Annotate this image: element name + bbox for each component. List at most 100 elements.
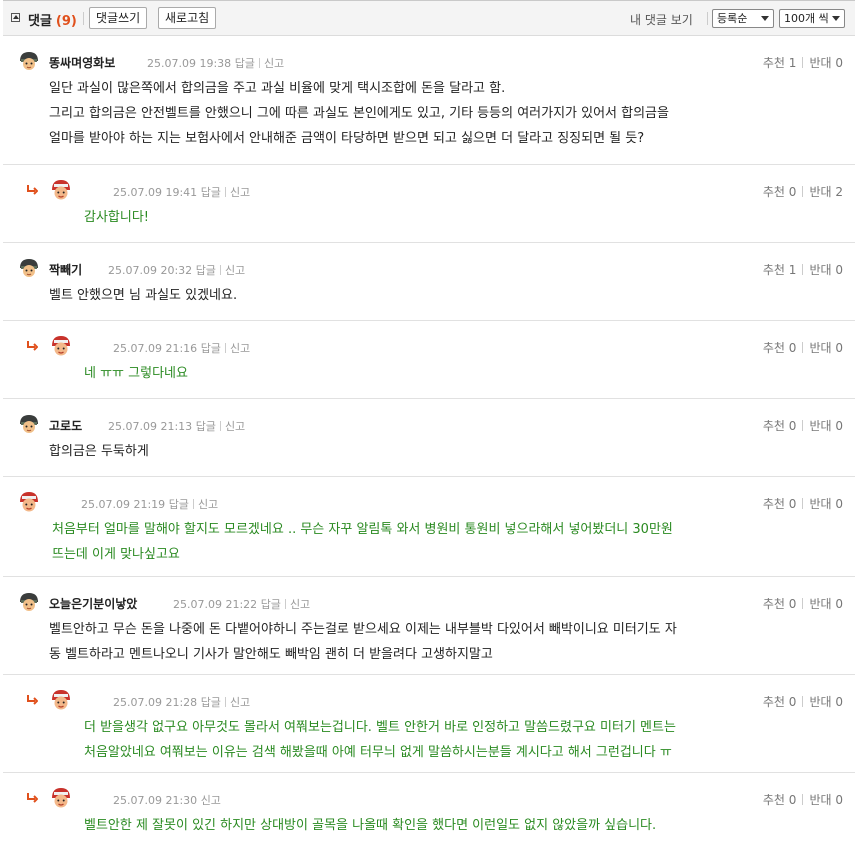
comment-line: 벨트 안했으면 님 과실도 있겠네요. xyxy=(49,288,238,303)
nickname[interactable]: 똥싸며영화보 xyxy=(49,54,115,71)
recommend-button[interactable]: 추천 0 xyxy=(763,341,797,355)
nickname[interactable]: 오늘은기분이낳았 xyxy=(49,595,137,612)
reply-link[interactable]: 답글 xyxy=(196,420,216,433)
nickname[interactable]: 고로도 xyxy=(49,417,82,434)
oppose-button[interactable]: 반대 0 xyxy=(809,341,843,355)
refresh-button[interactable]: 새로고침 xyxy=(158,7,217,29)
avatar[interactable] xyxy=(50,787,72,809)
comment-line: 처음부터 얼마를 말해야 할지도 모르겠네요 .. 무슨 자꾸 알림톡 와서 병… xyxy=(52,522,673,537)
comment-count: (9) xyxy=(55,14,77,29)
comment-line: 네 ㅠㅠ 그렇다네요 xyxy=(84,366,188,381)
recommend-button[interactable]: 추천 1 xyxy=(763,263,797,277)
oppose-button[interactable]: 반대 0 xyxy=(809,497,843,511)
report-link[interactable]: 신고 xyxy=(198,498,218,511)
reply-link[interactable]: 답글 xyxy=(201,696,221,709)
comment-time: 25.07.09 19:41 xyxy=(113,186,198,199)
comment-line: 뜨는데 이게 맞나싶고요 xyxy=(52,547,180,562)
reply-link[interactable]: 답글 xyxy=(169,498,189,511)
report-link[interactable]: 신고 xyxy=(230,342,250,355)
comment-meta: 25.07.09 21:16 답글 신고 xyxy=(113,340,250,356)
reply-comment: 25.07.09 21:19 답글 신고 추천 0 반대 0 처음부터 얼마를 말해야 … xyxy=(3,477,855,577)
recommend-button[interactable]: 추천 0 xyxy=(763,793,797,807)
oppose-button[interactable]: 반대 0 xyxy=(809,597,843,611)
vote-area: 추천 0 반대 0 xyxy=(763,595,843,612)
sort-select[interactable]: 등록순 xyxy=(712,9,774,28)
oppose-button[interactable]: 반대 0 xyxy=(809,56,843,70)
comment-line: 더 받을생각 없구요 아무것도 몰라서 여쭤보는겁니다. 벨트 안한거 바로 인… xyxy=(84,720,676,735)
comment-line: 벨트안하고 무슨 돈을 나중에 돈 다뱉어야하니 주는걸로 받으세요 이제는 내… xyxy=(49,622,677,637)
reply-link[interactable]: 답글 xyxy=(201,342,221,355)
reply-link[interactable]: 답글 xyxy=(196,264,216,277)
avatar[interactable] xyxy=(50,689,72,711)
report-link[interactable]: 신고 xyxy=(225,420,245,433)
comment-body: 일단 과실이 많은쪽에서 합의금을 주고 과실 비율에 맞게 택시조합에 돈을 … xyxy=(49,76,669,151)
comment-meta: 25.07.09 19:41 답글 신고 xyxy=(113,184,250,200)
report-link[interactable]: 신고 xyxy=(230,186,250,199)
comment-line: 벨트안한 제 잘못이 있긴 하지만 상대방이 골목을 나올때 확인을 했다면 이… xyxy=(84,818,657,833)
oppose-button[interactable]: 반대 0 xyxy=(809,263,843,277)
report-link[interactable]: 신고 xyxy=(264,57,284,70)
oppose-count: 0 xyxy=(835,793,843,807)
comment-title: 댓글 (9) xyxy=(28,10,77,29)
comment: 똥싸며영화보 25.07.09 19:38 답글 신고 추천 1 반대 0 일단 과실이 … xyxy=(3,36,855,165)
comment-time: 25.07.09 20:32 xyxy=(108,264,193,277)
avatar[interactable] xyxy=(18,50,40,72)
my-comments-link[interactable]: 내 댓글 보기 xyxy=(630,11,693,28)
reply-arrow-icon xyxy=(27,695,38,705)
collapse-toggle-icon[interactable] xyxy=(11,13,20,22)
report-link[interactable]: 신고 xyxy=(225,264,245,277)
comment-line: 얼마를 받아야 하는 지는 보험사에서 안내해준 금액이 타당하면 받으면 되고… xyxy=(49,131,645,146)
avatar[interactable] xyxy=(18,491,40,513)
recommend-button[interactable]: 추천 0 xyxy=(763,419,797,433)
report-link[interactable]: 신고 xyxy=(230,696,250,709)
vote-area: 추천 0 반대 0 xyxy=(763,495,843,512)
reply-arrow-icon xyxy=(27,185,38,195)
avatar[interactable] xyxy=(50,335,72,357)
comment-body: 처음부터 얼마를 말해야 할지도 모르겠네요 .. 무슨 자꾸 알림톡 와서 병… xyxy=(52,517,673,567)
vote-area: 추천 0 반대 2 xyxy=(763,183,843,200)
vote-area: 추천 0 반대 0 xyxy=(763,339,843,356)
comment-header: 댓글 (9) 댓글쓰기 새로고침 내 댓글 보기 등록순 100개 씩 xyxy=(3,1,855,36)
reply-link[interactable]: 답글 xyxy=(261,598,281,611)
recommend-count: 1 xyxy=(788,56,797,70)
comment-title-label: 댓글 xyxy=(28,14,52,29)
recommend-button[interactable]: 추천 0 xyxy=(763,597,797,611)
recommend-button[interactable]: 추천 0 xyxy=(763,185,797,199)
per-page-select[interactable]: 100개 씩 xyxy=(779,9,845,28)
vote-area: 추천 0 반대 0 xyxy=(763,693,843,710)
avatar[interactable] xyxy=(50,179,72,201)
nickname[interactable]: 짝빼기 xyxy=(49,261,82,278)
comment-time: 25.07.09 21:28 xyxy=(113,696,198,709)
recommend-count: 0 xyxy=(788,597,797,611)
avatar[interactable] xyxy=(18,257,40,279)
reply-comment: 25.07.09 21:30 신고 추천 0 반대 0 벨트안한 제 잘못이 있긴 하… xyxy=(3,773,855,856)
comment-line: 감사합니다! xyxy=(84,210,150,225)
oppose-count: 0 xyxy=(835,341,843,355)
comment-body: 네 ㅠㅠ 그렇다네요 xyxy=(84,361,188,386)
report-link[interactable]: 신고 xyxy=(201,794,221,807)
reply-link[interactable]: 답글 xyxy=(235,57,255,70)
recommend-button[interactable]: 추천 1 xyxy=(763,56,797,70)
comment-meta: 25.07.09 21:19 답글 신고 xyxy=(81,496,218,512)
oppose-button[interactable]: 반대 0 xyxy=(809,695,843,709)
oppose-button[interactable]: 반대 0 xyxy=(809,419,843,433)
recommend-count: 1 xyxy=(788,263,797,277)
comment-body: 감사합니다! xyxy=(84,205,149,230)
vote-area: 추천 1 반대 0 xyxy=(763,54,843,71)
comment-line: 그리고 합의금은 안전벨트를 안했으니 그에 따른 과실도 본인에게도 있고, … xyxy=(49,106,669,121)
report-link[interactable]: 신고 xyxy=(290,598,310,611)
recommend-count: 0 xyxy=(788,419,797,433)
oppose-button[interactable]: 반대 2 xyxy=(809,185,843,199)
avatar[interactable] xyxy=(18,413,40,435)
recommend-button[interactable]: 추천 0 xyxy=(763,497,797,511)
comment-time: 25.07.09 21:30 xyxy=(113,794,198,807)
recommend-count: 0 xyxy=(788,341,797,355)
comment-meta: 25.07.09 19:38 답글 신고 xyxy=(147,55,284,71)
reply-link[interactable]: 답글 xyxy=(201,186,221,199)
avatar[interactable] xyxy=(18,591,40,613)
oppose-button[interactable]: 반대 0 xyxy=(809,793,843,807)
recommend-button[interactable]: 추천 0 xyxy=(763,695,797,709)
oppose-count: 0 xyxy=(835,263,843,277)
comment: 짝빼기 25.07.09 20:32 답글 신고 추천 1 반대 0 벨트 안했으면 님 … xyxy=(3,243,855,321)
write-comment-button[interactable]: 댓글쓰기 xyxy=(89,7,148,29)
